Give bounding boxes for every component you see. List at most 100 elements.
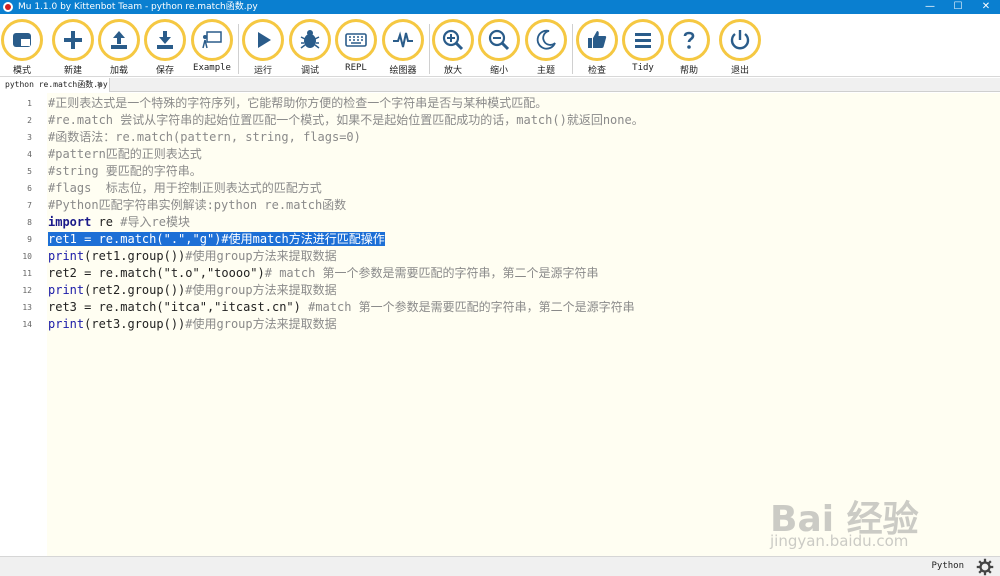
code-comment: #string 要匹配的字符串。 <box>48 164 202 178</box>
code-comment: #使用group方法来提取数据 <box>185 249 337 263</box>
mode-label: 模式 <box>12 66 31 76</box>
minimize-button[interactable]: — <box>916 0 944 14</box>
code-text: re <box>91 215 121 229</box>
code-line[interactable]: #正则表达式是一个特殊的字符序列，它能帮助你方便的检查一个字符串是否与某种模式匹… <box>48 95 547 112</box>
check-label: 检查 <box>587 66 606 76</box>
lines-icon <box>635 33 651 48</box>
code-selection: ret1 = re.match(".","g")#使用match方法进行匹配操作 <box>48 232 385 246</box>
zoom-in-button[interactable]: 放大 <box>431 19 475 76</box>
plus-icon <box>64 31 82 49</box>
line-number: 2 <box>27 116 32 125</box>
line-number: 11 <box>22 269 32 278</box>
code-comment: #re.match 尝试从字符串的起始位置匹配一个模式，如果不是起始位置匹配成功… <box>48 113 644 127</box>
baidu-watermark: Bai 经验 jingyan.baidu.com <box>770 470 980 550</box>
code-line[interactable]: #flags 标志位，用于控制正则表达式的匹配方式 <box>48 180 322 197</box>
run-button[interactable]: 运行 <box>241 19 285 76</box>
toolbar-separator <box>429 24 430 74</box>
check-button[interactable]: 检查 <box>575 19 619 76</box>
new-label: 新建 <box>63 66 82 76</box>
tidy-label: Tidy <box>632 63 654 73</box>
line-number: 9 <box>27 235 32 244</box>
plotter-button[interactable]: 绘图器 <box>381 19 425 76</box>
code-line[interactable]: #string 要匹配的字符串。 <box>48 163 202 180</box>
zoom-out-button[interactable]: 缩小 <box>477 19 521 76</box>
mode-status: Python <box>931 561 964 571</box>
line-number-gutter: 1 2 3 4 5 6 7 8 9 10 11 12 13 14 <box>0 93 47 556</box>
code-line[interactable]: print(ret3.group())#使用group方法来提取数据 <box>48 316 337 333</box>
line-number: 12 <box>22 286 32 295</box>
watermark-url: jingyan.baidu.com <box>770 532 909 550</box>
code-comment: #match 第一个参数是需要匹配的字符串，第二个是源字符串 <box>300 300 635 314</box>
mode-button[interactable]: 模式 <box>0 19 44 76</box>
power-icon <box>730 30 750 50</box>
plotter-label: 绘图器 <box>389 66 417 76</box>
line-number: 14 <box>22 320 32 329</box>
code-builtin: print <box>48 283 85 297</box>
pulse-icon <box>393 31 413 48</box>
run-label: 运行 <box>253 66 272 76</box>
code-comment: #使用group方法来提取数据 <box>185 317 337 331</box>
save-button[interactable]: 保存 <box>143 19 187 76</box>
code-builtin: print <box>48 249 85 263</box>
code-line[interactable]: ret1 = re.match(".","g")#使用match方法进行匹配操作 <box>48 231 385 248</box>
code-line[interactable]: print(ret1.group())#使用group方法来提取数据 <box>48 248 337 265</box>
code-keyword: import <box>48 215 92 229</box>
tab-file[interactable]: python re.match函数.py ✖ <box>0 78 110 92</box>
example-button[interactable]: Example <box>190 19 234 73</box>
moon-icon <box>536 29 556 50</box>
question-icon <box>683 31 695 49</box>
repl-label: REPL <box>345 63 367 73</box>
code-line[interactable]: #函数语法：re.match(pattern, string, flags=0) <box>48 129 361 146</box>
code-text: ret2 = re.match("t.o","toooo") <box>48 266 265 280</box>
theme-label: 主题 <box>536 66 555 76</box>
tidy-button[interactable]: Tidy <box>621 19 665 73</box>
code-line[interactable]: import re #导入re模块 <box>48 214 190 231</box>
tab-close-icon[interactable]: ✖ <box>97 78 102 92</box>
debug-button[interactable]: 调试 <box>288 19 332 76</box>
code-builtin: print <box>48 317 85 331</box>
code-comment: # match 第一个参数是需要匹配的字符串，第二个是源字符串 <box>264 266 599 280</box>
quit-button[interactable]: 退出 <box>718 19 762 76</box>
download-icon <box>157 31 173 49</box>
quit-label: 退出 <box>730 66 749 76</box>
line-number: 7 <box>27 201 32 210</box>
toolbar-separator <box>238 24 239 74</box>
line-number: 3 <box>27 133 32 142</box>
code-text: (ret3.group()) <box>84 317 186 331</box>
code-comment: #使用group方法来提取数据 <box>185 283 337 297</box>
code-line[interactable]: print(ret2.group())#使用group方法来提取数据 <box>48 282 337 299</box>
keyboard-icon <box>345 33 367 47</box>
bug-icon <box>300 30 320 49</box>
zoom-out-icon <box>488 29 510 51</box>
repl-button[interactable]: REPL <box>334 19 378 73</box>
code-line[interactable]: ret3 = re.match("itca","itcast.cn") #mat… <box>48 299 635 316</box>
debug-label: 调试 <box>300 66 319 76</box>
code-comment: #pattern匹配的正则表达式 <box>48 147 202 161</box>
status-bar: Python <box>0 556 1000 576</box>
code-line[interactable]: #re.match 尝试从字符串的起始位置匹配一个模式，如果不是起始位置匹配成功… <box>48 112 644 129</box>
new-button[interactable]: 新建 <box>51 19 95 76</box>
line-number: 4 <box>27 150 32 159</box>
code-line[interactable]: #pattern匹配的正则表达式 <box>48 146 202 163</box>
code-line[interactable]: ret2 = re.match("t.o","toooo")# match 第一… <box>48 265 599 282</box>
upload-icon <box>111 31 127 49</box>
code-text: (ret1.group()) <box>84 249 186 263</box>
tab-label: python re.match函数.py <box>5 80 108 89</box>
play-icon <box>258 32 271 48</box>
line-number: 1 <box>27 99 32 108</box>
toolbar-separator <box>572 24 573 74</box>
example-label: Example <box>193 63 231 73</box>
thumbs-up-icon <box>588 31 607 48</box>
close-button[interactable]: ✕ <box>972 0 1000 14</box>
help-label: 帮助 <box>679 66 698 76</box>
gear-icon[interactable] <box>976 558 994 576</box>
line-number: 10 <box>22 252 32 261</box>
maximize-button[interactable]: ☐ <box>944 0 972 14</box>
zoom-in-icon <box>442 29 464 51</box>
code-comment: #flags 标志位，用于控制正则表达式的匹配方式 <box>48 181 322 195</box>
theme-button[interactable]: 主题 <box>524 19 568 76</box>
help-button[interactable]: 帮助 <box>667 19 711 76</box>
code-line[interactable]: #Python匹配字符串实例解读:python re.match函数 <box>48 197 346 214</box>
load-button[interactable]: 加载 <box>97 19 141 76</box>
save-label: 保存 <box>155 66 174 76</box>
